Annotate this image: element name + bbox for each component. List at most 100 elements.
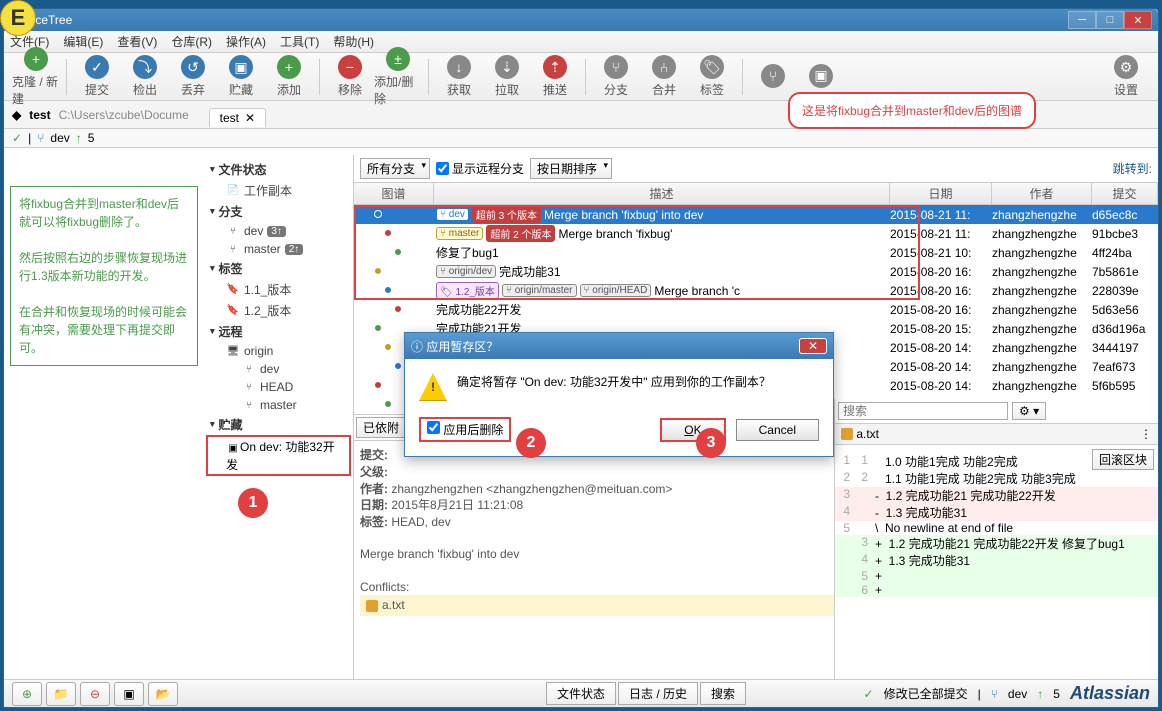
dialog-close-button[interactable]: ✕: [799, 338, 827, 354]
col-commit[interactable]: 提交: [1092, 183, 1158, 204]
bottom-tab[interactable]: 文件状态: [546, 682, 616, 705]
sidebar-item[interactable]: ⑂dev: [204, 360, 353, 378]
apply-stash-dialog: ⓘ 应用暂存区？ ✕ ! 确定将暂存 "On dev: 功能32开发中" 应用到…: [404, 332, 834, 457]
col-desc[interactable]: 描述: [434, 183, 890, 204]
sidebar-item[interactable]: 🖥origin: [204, 342, 353, 360]
diff-line[interactable]: 6+: [835, 583, 1158, 597]
commit-row[interactable]: 完成功能22开发2015-08-20 16:zhangzhengzhe5d63e…: [354, 300, 1158, 319]
toolbar-丢弃[interactable]: ↺丢弃: [169, 55, 217, 98]
sidebar-item[interactable]: ⑂HEAD: [204, 378, 353, 396]
bottom-tab[interactable]: 日志 / 历史: [618, 682, 698, 705]
sidebar-item[interactable]: 🔖1.1_版本: [204, 279, 353, 300]
search-input[interactable]: [838, 402, 1008, 420]
sidebar-group[interactable]: 远程: [204, 321, 353, 342]
gear-icon: ⚙: [1114, 55, 1138, 79]
toolbar-标签[interactable]: 🏷标签: [688, 55, 736, 98]
bottom-tab[interactable]: 搜索: [700, 682, 746, 705]
toolbar-推送[interactable]: ⇡推送: [531, 55, 579, 98]
diff-line[interactable]: 3- 1.2 完成功能21 完成功能22开发: [835, 487, 1158, 504]
bottom-add-icon[interactable]: ⊕: [12, 682, 42, 706]
jump-to-label: 跳转到:: [1113, 160, 1152, 177]
maximize-button[interactable]: □: [1096, 11, 1124, 29]
toolbar-移除[interactable]: −移除: [326, 55, 374, 98]
diff-line[interactable]: 5\ No newline at end of file: [835, 521, 1158, 535]
sidebar-item[interactable]: ⑂master2↑: [204, 240, 353, 258]
menu-item[interactable]: 帮助(H): [333, 33, 374, 50]
menu-item[interactable]: 操作(A): [226, 33, 266, 50]
toolbar-提交[interactable]: ✓提交: [73, 55, 121, 98]
attached-button[interactable]: 已依附: [356, 417, 406, 438]
sidebar-group[interactable]: 标签: [204, 258, 353, 279]
diff-line[interactable]: 22 1.1 功能1完成 功能2完成 功能3完成: [835, 470, 1158, 487]
commit-row[interactable]: ⑂ master超前 2 个版本Merge branch 'fixbug'201…: [354, 224, 1158, 243]
col-author[interactable]: 作者: [992, 183, 1092, 204]
commit-row[interactable]: ⑂ origin/dev完成功能312015-08-20 16:zhangzhe…: [354, 262, 1158, 281]
sidebar-group[interactable]: 文件状态: [204, 159, 353, 180]
titlebar[interactable]: SourceTree ─ □ ✕: [4, 9, 1158, 31]
toolbar-检出[interactable]: ⤵检出: [121, 55, 169, 98]
branch-filter-select[interactable]: 所有分支: [360, 158, 430, 179]
bottom-remove-icon[interactable]: ⊖: [80, 682, 110, 706]
dialog-titlebar[interactable]: ⓘ 应用暂存区？ ✕: [405, 333, 833, 359]
toolbar-获取[interactable]: ↓获取: [435, 55, 483, 98]
close-button[interactable]: ✕: [1124, 11, 1152, 29]
sort-select[interactable]: 按日期排序: [530, 158, 612, 179]
diff-line[interactable]: 4+ 1.3 完成功能31: [835, 552, 1158, 569]
toolbar-icon: ✓: [85, 55, 109, 79]
commit-row[interactable]: 修复了bug12015-08-21 10:zhangzhengzhe4ff24b…: [354, 243, 1158, 262]
toolbar-克隆 / 新建[interactable]: +克隆 / 新建: [12, 47, 60, 107]
diff-settings-button[interactable]: ⚙ ▾: [1012, 402, 1046, 420]
diff-line[interactable]: 4- 1.3 完成功能31: [835, 504, 1158, 521]
diff-line[interactable]: 5+: [835, 569, 1158, 583]
sidebar-item[interactable]: ⑂dev3↑: [204, 222, 353, 240]
diff-line[interactable]: 3+ 1.2 完成功能21 完成功能22开发 修复了bug1: [835, 535, 1158, 552]
col-date[interactable]: 日期: [890, 183, 992, 204]
sidebar-item[interactable]: 📄工作副本: [204, 180, 353, 201]
toolbar-item[interactable]: ⑂: [749, 64, 797, 90]
annotation-circle-1: 1: [238, 488, 268, 518]
bottom-explorer-icon[interactable]: 📂: [148, 682, 178, 706]
show-remote-checkbox[interactable]: 显示远程分支: [436, 160, 524, 177]
menu-item[interactable]: 工具(T): [280, 33, 319, 50]
sidebar-item[interactable]: 🔖1.2_版本: [204, 300, 353, 321]
commit-row[interactable]: ⑂ dev超前 3 个版本Merge branch 'fixbug' into …: [354, 205, 1158, 224]
commit-row[interactable]: 🏷 1.2_版本⑂ origin/master⑂ origin/HEADMerg…: [354, 281, 1158, 300]
toolbar-icon: −: [338, 55, 362, 79]
filter-bar: 所有分支 显示远程分支 按日期排序 跳转到:: [354, 155, 1158, 183]
menu-item[interactable]: 仓库(R): [171, 33, 212, 50]
toolbar-拉取[interactable]: ⇣拉取: [483, 55, 531, 98]
settings-button[interactable]: ⚙ 设置: [1102, 55, 1150, 98]
close-tab-icon[interactable]: ✕: [245, 111, 255, 125]
atlassian-logo: Atlassian: [1070, 683, 1150, 704]
diff-line[interactable]: 11 1.0 功能1完成 功能2完成: [835, 453, 1092, 470]
rollback-chunk-button[interactable]: 回滚区块: [1092, 449, 1154, 470]
toolbar-icon: ↺: [181, 55, 205, 79]
col-graph[interactable]: 图谱: [354, 183, 434, 204]
menu-item[interactable]: 查看(V): [117, 33, 157, 50]
toolbar-icon: +: [277, 55, 301, 79]
sidebar-item[interactable]: ▣On dev: 功能32开发: [206, 435, 351, 476]
sidebar-group[interactable]: 贮藏: [204, 414, 353, 435]
toolbar-添加/删除[interactable]: ±添加/删除: [374, 47, 422, 107]
annotation-circle-3: 3: [696, 428, 726, 458]
file-icon: [366, 600, 378, 612]
green-note-box: 将fixbug合并到master和dev后就可以将fixbug删除了。 然后按照…: [10, 186, 198, 366]
repo-tab[interactable]: test ✕: [209, 108, 266, 127]
cancel-button[interactable]: Cancel: [736, 419, 819, 441]
sidebar-group[interactable]: 分支: [204, 201, 353, 222]
delete-after-apply-checkbox[interactable]: 应用后删除: [419, 417, 511, 442]
toolbar-分支[interactable]: ⑂分支: [592, 55, 640, 98]
bottom-terminal-icon[interactable]: ▣: [114, 682, 144, 706]
sidebar-item[interactable]: ⑂master: [204, 396, 353, 414]
toolbar-贮藏[interactable]: ▣贮藏: [217, 55, 265, 98]
toolbar-item[interactable]: ▣: [797, 64, 845, 90]
menu-item[interactable]: 编辑(E): [63, 33, 103, 50]
toolbar-合并[interactable]: ⑃合并: [640, 55, 688, 98]
toolbar-添加[interactable]: +添加: [265, 55, 313, 98]
minimize-button[interactable]: ─: [1068, 11, 1096, 29]
info-icon: ⓘ: [411, 338, 423, 355]
dialog-message: 确定将暂存 "On dev: 功能32开发中" 应用到你的工作副本？: [457, 373, 771, 390]
annotation-circle-2: 2: [516, 428, 546, 458]
bottom-folder-icon[interactable]: 📁: [46, 682, 76, 706]
repo-path: C:\Users\zcube\Docume: [59, 108, 189, 122]
